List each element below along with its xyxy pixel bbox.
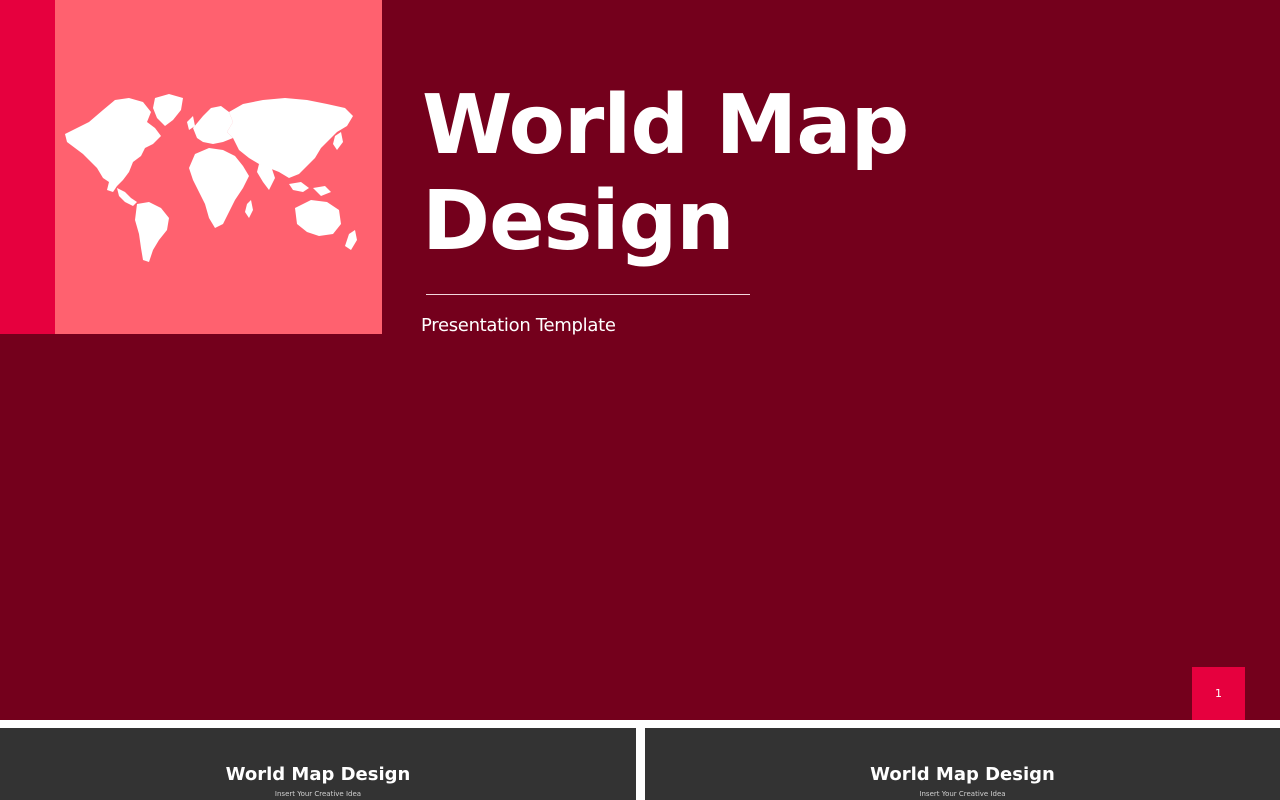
title-line-2: Design [422,174,735,269]
title-divider [426,294,750,295]
title-line-1: World Map [422,78,909,173]
page-number-badge: 1 [1192,667,1245,720]
accent-strip [0,0,55,334]
main-slide[interactable]: World Map Design Presentation Template 1 [0,0,1280,720]
thumbnail-title: World Map Design [225,764,411,785]
slide-thumbnail-3[interactable]: World Map Design Insert Your Creative Id… [645,728,1280,800]
thumbnail-subtitle: Insert Your Creative Idea [274,790,362,798]
slide-thumbnail-2[interactable]: World Map Design Insert Your Creative Id… [0,728,636,800]
map-panel [55,0,382,334]
thumbnail-subtitle: Insert Your Creative Idea [919,790,1006,798]
thumbnail-title: World Map Design [870,764,1055,785]
world-map-icon [65,94,357,262]
page-title: World Map Design [422,78,909,270]
subtitle: Presentation Template [421,315,616,336]
